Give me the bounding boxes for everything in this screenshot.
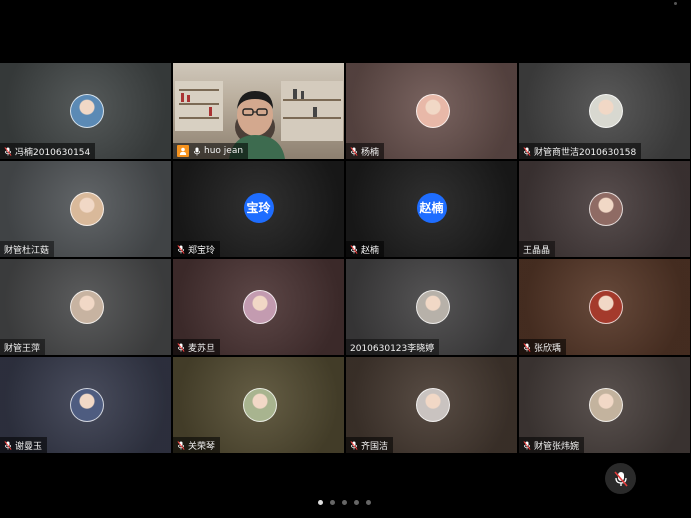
participant-tile[interactable]: 财管商世洁2010630158 bbox=[519, 63, 690, 159]
participant-name-label: 谢曼玉 bbox=[0, 437, 48, 453]
participant-name: 齐国洁 bbox=[361, 441, 389, 452]
page-dot[interactable] bbox=[366, 500, 371, 505]
participant-name: 财管商世洁2010630158 bbox=[534, 147, 637, 158]
participant-tile[interactable]: 财管杜江菇 bbox=[0, 161, 171, 257]
participant-name-label: 张欣瑀 bbox=[519, 339, 567, 355]
participant-name-label: 郑宝玲 bbox=[173, 241, 221, 257]
host-person-icon bbox=[177, 145, 189, 157]
participant-grid: 冯楠2010630154 huo jean 杨楠 财管商世洁2010630158 财管杜… bbox=[0, 63, 691, 456]
participant-name: 财管杜江菇 bbox=[4, 245, 50, 256]
participant-name-label: 财管王萍 bbox=[0, 339, 46, 355]
participant-avatar bbox=[415, 94, 450, 128]
participant-avatar bbox=[242, 290, 277, 324]
participant-avatar bbox=[69, 290, 104, 324]
mic-icon bbox=[193, 146, 201, 156]
participant-name: 2010630123李晓婷 bbox=[350, 343, 435, 354]
participant-name: 关荣琴 bbox=[188, 441, 216, 452]
participant-tile[interactable]: 张欣瑀 bbox=[519, 259, 690, 355]
active-speaker-tile[interactable]: huo jean bbox=[173, 63, 344, 159]
page-dot[interactable] bbox=[318, 500, 323, 505]
participant-avatar bbox=[69, 192, 104, 226]
participant-name-label: 关荣琴 bbox=[173, 437, 221, 453]
participant-tile[interactable]: 王晶晶 bbox=[519, 161, 690, 257]
mic-muted-icon bbox=[613, 470, 628, 487]
participant-name: huo jean bbox=[204, 146, 244, 156]
participant-avatar bbox=[588, 94, 623, 128]
mic-muted-icon bbox=[523, 342, 531, 352]
participant-name-label: 赵楠 bbox=[346, 241, 385, 257]
participant-name-label: huo jean bbox=[173, 143, 249, 159]
participant-avatar bbox=[242, 388, 277, 422]
participant-name-label: 财管杜江菇 bbox=[0, 241, 55, 257]
participant-name-label: 冯楠2010630154 bbox=[0, 143, 96, 159]
participant-avatar bbox=[415, 290, 450, 324]
participant-tile[interactable]: 齐国洁 bbox=[346, 357, 517, 453]
mute-toggle-button[interactable] bbox=[605, 463, 636, 494]
participant-avatar bbox=[69, 94, 104, 128]
participant-name: 财管王萍 bbox=[4, 343, 41, 354]
participant-avatar bbox=[69, 388, 104, 422]
mic-muted-icon bbox=[4, 440, 12, 450]
participant-tile[interactable]: 赵楠 赵楠 bbox=[346, 161, 517, 257]
participant-name: 郑宝玲 bbox=[188, 245, 216, 256]
participant-name-label: 齐国洁 bbox=[346, 437, 394, 453]
mic-muted-icon bbox=[177, 342, 185, 352]
mic-muted-icon bbox=[177, 244, 185, 254]
participant-name: 张欣瑀 bbox=[534, 343, 562, 354]
page-dot[interactable] bbox=[342, 500, 347, 505]
participant-name: 冯楠2010630154 bbox=[15, 147, 91, 158]
participant-tile[interactable]: 冯楠2010630154 bbox=[0, 63, 171, 159]
participant-tile[interactable]: 谢曼玉 bbox=[0, 357, 171, 453]
participant-tile[interactable]: 财管王萍 bbox=[0, 259, 171, 355]
participant-tile[interactable]: 麦苏旦 bbox=[173, 259, 344, 355]
participant-avatar bbox=[588, 388, 623, 422]
participant-tile[interactable]: 关荣琴 bbox=[173, 357, 344, 453]
participant-name-label: 2010630123李晓婷 bbox=[346, 339, 440, 355]
participant-name-label: 王晶晶 bbox=[519, 241, 556, 257]
participant-name: 谢曼玉 bbox=[15, 441, 43, 452]
participant-tile[interactable]: 财管张炜婉 bbox=[519, 357, 690, 453]
mic-muted-icon bbox=[350, 440, 358, 450]
participant-tile[interactable]: 2010630123李晓婷 bbox=[346, 259, 517, 355]
mic-muted-icon bbox=[523, 440, 531, 450]
mic-muted-icon bbox=[523, 146, 531, 156]
participant-name: 杨楠 bbox=[361, 147, 380, 158]
page-indicator[interactable] bbox=[318, 500, 371, 505]
participant-name-label: 财管张炜婉 bbox=[519, 437, 585, 453]
participant-name-label: 麦苏旦 bbox=[173, 339, 221, 355]
participant-avatar bbox=[415, 388, 450, 422]
participant-name-label: 杨楠 bbox=[346, 143, 385, 159]
participant-name-label: 财管商世洁2010630158 bbox=[519, 143, 642, 159]
participant-tile[interactable]: 杨楠 bbox=[346, 63, 517, 159]
page-dot[interactable] bbox=[354, 500, 359, 505]
participant-name: 王晶晶 bbox=[523, 245, 551, 256]
more-indicator bbox=[674, 2, 677, 5]
mic-muted-icon bbox=[350, 146, 358, 156]
mic-muted-icon bbox=[350, 244, 358, 254]
participant-tile[interactable]: 宝玲郑宝玲 bbox=[173, 161, 344, 257]
participant-name: 麦苏旦 bbox=[188, 343, 216, 354]
participant-avatar bbox=[588, 290, 623, 324]
participant-avatar bbox=[588, 192, 623, 226]
participant-initials-avatar: 赵楠 bbox=[416, 193, 447, 223]
participant-initials-avatar: 宝玲 bbox=[243, 193, 274, 223]
participant-name: 财管张炜婉 bbox=[534, 441, 580, 452]
mic-muted-icon bbox=[177, 440, 185, 450]
participant-name: 赵楠 bbox=[361, 245, 380, 256]
mic-muted-icon bbox=[4, 146, 12, 156]
page-dot[interactable] bbox=[330, 500, 335, 505]
